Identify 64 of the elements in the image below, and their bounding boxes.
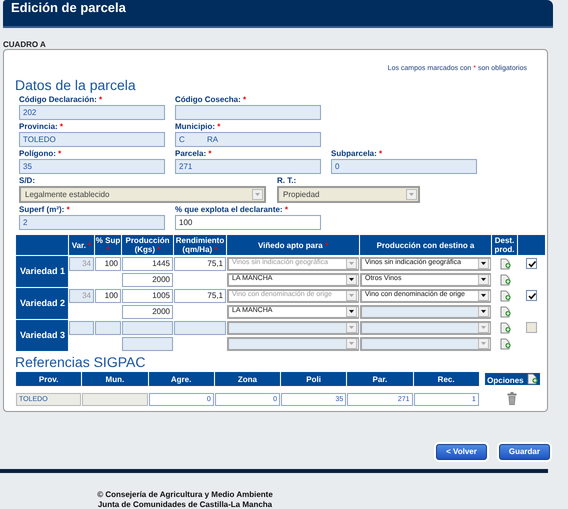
- dropdown-arrow-icon[interactable]: [346, 306, 357, 316]
- header-cell: [16, 235, 68, 255]
- section-label: CUADRO A: [3, 40, 47, 49]
- add-document-icon[interactable]: [498, 306, 510, 318]
- dropdown-arrow-icon[interactable]: [478, 290, 489, 300]
- trash-icon[interactable]: [507, 392, 518, 406]
- dropdown-arrow-icon[interactable]: [346, 274, 357, 284]
- field-label: Código Cosecha: *: [175, 95, 246, 104]
- input-field[interactable]: 100: [95, 288, 121, 302]
- field-label: Superf (m²): *: [19, 205, 70, 214]
- footer-text: Junta de Comunidades de Castilla-La Mancha: [96, 500, 274, 509]
- add-document-icon[interactable]: [498, 258, 510, 270]
- field-label: % que explota el declarante: *: [175, 205, 288, 214]
- input-field[interactable]: 1005: [122, 288, 173, 302]
- checkbox[interactable]: [526, 290, 537, 301]
- field-label: Código Declaración: *: [19, 95, 102, 104]
- section-title: Referencias SIGPAC: [15, 354, 146, 370]
- field-label: Subparcela: *: [331, 149, 382, 158]
- column-header: Viñedo apto para *: [227, 235, 359, 255]
- field-label: Polígono: *: [19, 149, 62, 158]
- add-document-icon[interactable]: [498, 322, 510, 334]
- field-label: S/D:: [19, 176, 35, 185]
- header-cell: [518, 235, 545, 255]
- dropdown-arrow-icon[interactable]: [478, 306, 489, 316]
- field-label: R. T.:: [277, 176, 296, 185]
- add-document-icon[interactable]: [526, 373, 538, 385]
- add-document-icon[interactable]: [498, 338, 510, 350]
- field-label: Parcela: *: [175, 149, 212, 158]
- column-header: Rendimiento (qm/Ha) *: [174, 235, 226, 255]
- column-header: Producción (Kgs) *: [122, 235, 173, 255]
- input-field[interactable]: 75,1: [174, 256, 226, 270]
- input-field[interactable]: 100: [95, 256, 121, 270]
- save-button[interactable]: Guardar: [498, 444, 550, 460]
- page-title: Edición de parcela: [10, 0, 127, 15]
- column-header: Zona: [214, 372, 280, 386]
- column-header: Par.: [347, 372, 412, 386]
- select-field[interactable]: [360, 304, 491, 318]
- field-label: Municipio: *: [175, 122, 220, 131]
- column-header: Producción con destino a: [360, 235, 491, 255]
- column-header: Prov.: [16, 372, 82, 386]
- column-header: Rec.: [414, 372, 479, 386]
- section-title: Datos de la parcela: [15, 77, 137, 93]
- column-header: Dest. prod.: [492, 235, 517, 255]
- input-field[interactable]: 100: [175, 215, 321, 230]
- input-field[interactable]: 2000: [122, 304, 173, 318]
- dropdown-arrow-icon[interactable]: [478, 258, 489, 268]
- footer-text: © Consejería de Agricultura y Medio Ambiente: [96, 490, 274, 500]
- input-field[interactable]: 75,1: [174, 288, 226, 302]
- input-field[interactable]: 2000: [122, 272, 173, 286]
- add-document-icon[interactable]: [498, 274, 510, 286]
- column-header: Agre.: [148, 372, 214, 386]
- field-label: Provincia: *: [19, 122, 64, 131]
- add-document-icon[interactable]: [498, 290, 510, 302]
- dropdown-arrow-icon[interactable]: [478, 274, 489, 284]
- back-button[interactable]: < Volver: [436, 444, 487, 460]
- checkbox[interactable]: [526, 258, 537, 269]
- column-header: Mun.: [82, 372, 148, 386]
- column-header: Poli: [281, 372, 346, 386]
- row-header: Variedad 1: [16, 256, 68, 287]
- column-header: Var. *: [69, 235, 94, 255]
- input-field[interactable]: 1445: [122, 256, 173, 270]
- row-header: Variedad 3: [16, 320, 68, 351]
- row-header: Variedad 2: [16, 288, 68, 319]
- column-header: % Sup *: [95, 235, 121, 255]
